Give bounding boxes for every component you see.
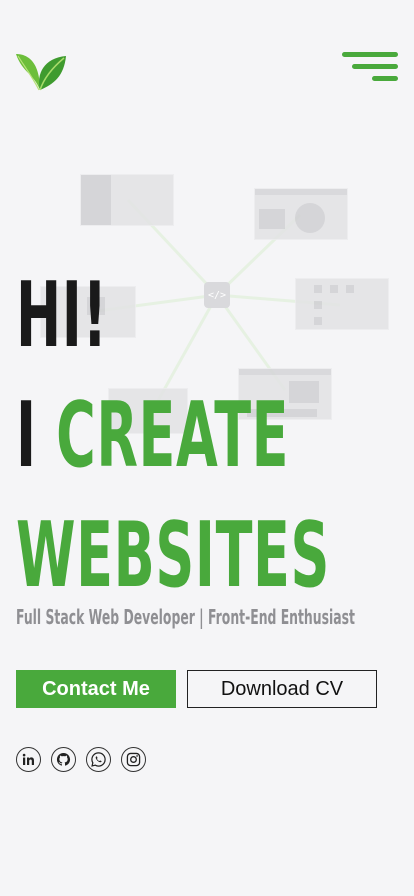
menu-line: [372, 76, 398, 81]
instagram-icon[interactable]: [121, 747, 146, 772]
download-cv-button[interactable]: Download CV: [187, 670, 377, 708]
social-links: [16, 747, 146, 772]
linkedin-icon[interactable]: [16, 747, 41, 772]
headline-websites: WEBSITES: [16, 503, 331, 608]
hero-headline: HI! I CREATE WEBSITES: [16, 256, 330, 616]
project-thumbnail: [80, 174, 174, 226]
hero-subtitle: Full Stack Web Developer | Front-End Ent…: [16, 605, 355, 629]
whatsapp-icon[interactable]: [86, 747, 111, 772]
leaf-logo-icon[interactable]: [14, 44, 68, 94]
menu-line: [342, 52, 398, 57]
github-icon[interactable]: [51, 747, 76, 772]
hamburger-menu-button[interactable]: [340, 52, 398, 84]
headline-highlight: CREATE: [56, 383, 290, 488]
headline-prefix: I: [16, 383, 37, 488]
contact-me-button[interactable]: Contact Me: [16, 670, 176, 708]
project-thumbnail: [254, 188, 348, 240]
menu-line: [352, 64, 398, 69]
greeting-text: HI!: [16, 263, 108, 368]
